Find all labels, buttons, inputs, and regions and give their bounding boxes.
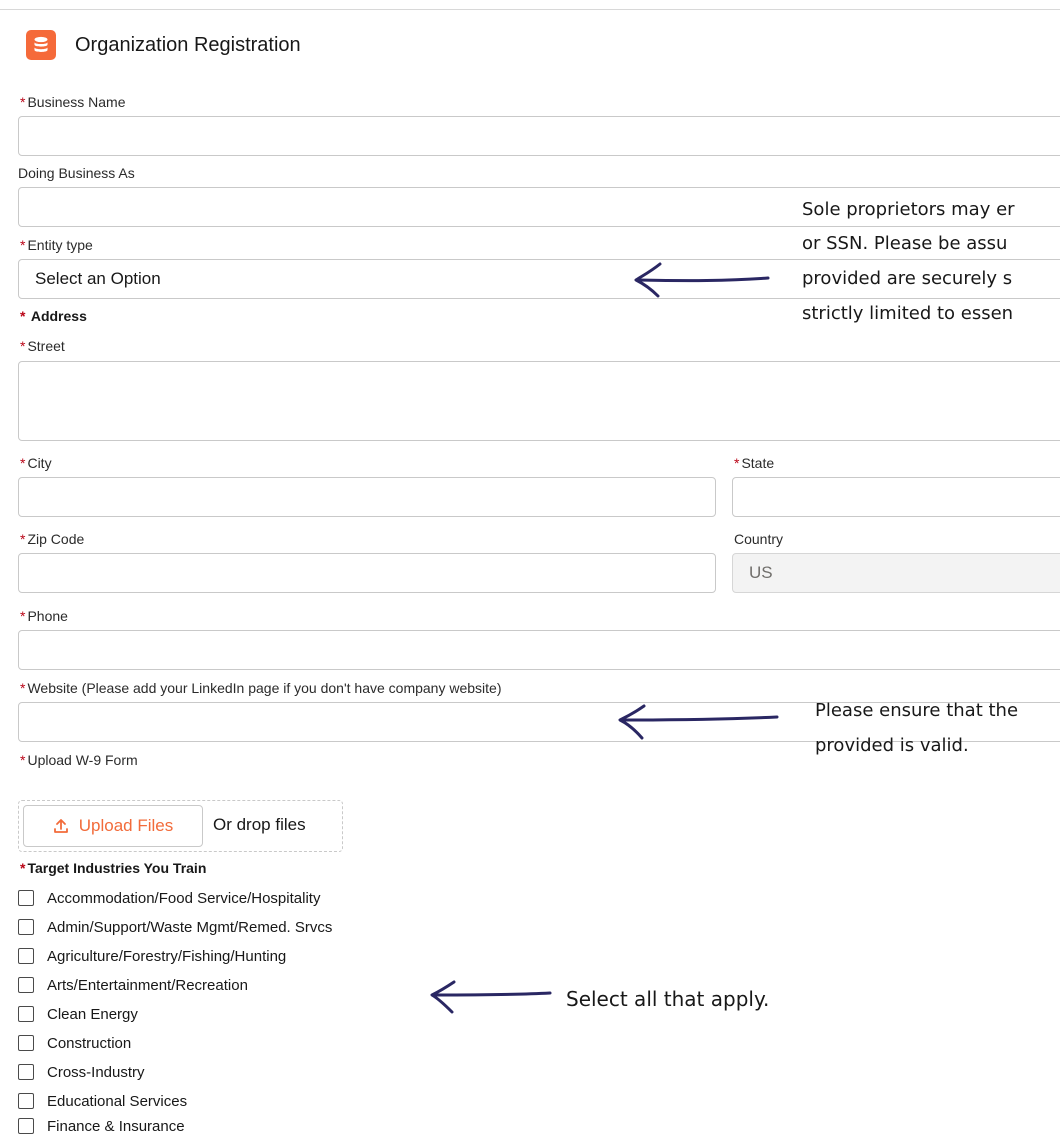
industry-option-label: Arts/Entertainment/Recreation xyxy=(47,976,248,994)
industries-label: * Target Industries You Train xyxy=(20,860,206,876)
website-note-line: Please ensure that the xyxy=(815,700,1019,721)
industries-label-text: Target Industries You Train xyxy=(27,860,207,876)
file-drop-zone[interactable]: Upload Files Or drop files xyxy=(18,800,343,852)
industries-note: Select all that apply. xyxy=(566,987,770,1011)
checkbox[interactable] xyxy=(18,948,34,964)
required-asterisk: * xyxy=(20,752,26,768)
industry-option[interactable]: Clean Energy xyxy=(18,1003,138,1025)
upload-icon xyxy=(53,819,68,833)
upload-files-label: Upload Files xyxy=(78,816,174,835)
required-asterisk: * xyxy=(20,531,26,547)
country-input: US xyxy=(732,553,1060,593)
left-arrow-icon xyxy=(634,262,770,298)
left-arrow-icon xyxy=(430,980,552,1014)
website-note-line: provided is valid. xyxy=(815,735,969,756)
business-name-label: * Business Name xyxy=(20,94,126,110)
entity-type-value: Select an Option xyxy=(35,269,161,288)
page-header: Organization Registration xyxy=(26,28,301,62)
entity-note-line: strictly limited to essen xyxy=(802,303,1014,324)
database-icon xyxy=(26,30,56,60)
website-label: * Website (Please add your LinkedIn page … xyxy=(20,680,501,696)
w9-label: * Upload W-9 Form xyxy=(20,752,138,768)
industry-option[interactable]: Finance & Insurance xyxy=(18,1115,185,1137)
checkbox[interactable] xyxy=(18,977,34,993)
address-section-label: * Address xyxy=(20,308,87,324)
dba-label: Doing Business As xyxy=(18,165,135,181)
checkbox[interactable] xyxy=(18,890,34,906)
street-textarea[interactable] xyxy=(18,361,1060,441)
industry-option-label: Finance & Insurance xyxy=(47,1117,185,1135)
entity-note-line: provided are securely s xyxy=(802,268,1013,289)
country-label: Country xyxy=(734,531,784,547)
required-asterisk: * xyxy=(20,608,26,624)
zip-label-text: Zip Code xyxy=(27,531,85,547)
industry-option-label: Cross-Industry xyxy=(47,1063,145,1081)
industry-option[interactable]: Admin/Support/Waste Mgmt/Remed. Srvcs xyxy=(18,916,332,938)
state-label-text: State xyxy=(741,455,775,471)
phone-input[interactable] xyxy=(18,630,1060,670)
industry-option-label: Accommodation/Food Service/Hospitality xyxy=(47,889,321,907)
state-input[interactable] xyxy=(732,477,1060,517)
industry-option[interactable]: Cross-Industry xyxy=(18,1061,145,1083)
required-asterisk: * xyxy=(20,338,26,354)
required-asterisk: * xyxy=(20,680,26,696)
city-label: * City xyxy=(20,455,52,471)
required-asterisk: * xyxy=(20,455,26,471)
required-asterisk: * xyxy=(734,455,740,471)
required-asterisk: * xyxy=(20,308,26,324)
required-asterisk: * xyxy=(20,237,26,253)
country-value: US xyxy=(749,563,773,582)
phone-label-text: Phone xyxy=(27,608,68,624)
checkbox[interactable] xyxy=(18,1006,34,1022)
industry-option-label: Educational Services xyxy=(47,1092,188,1110)
zip-label: * Zip Code xyxy=(20,531,84,547)
drop-files-text: Or drop files xyxy=(213,815,306,834)
phone-label: * Phone xyxy=(20,608,68,624)
entity-type-label: * Entity type xyxy=(20,237,93,253)
industry-option[interactable]: Arts/Entertainment/Recreation xyxy=(18,974,248,996)
checkbox[interactable] xyxy=(18,1093,34,1109)
website-label-text: Website (Please add your LinkedIn page i… xyxy=(27,680,502,696)
business-name-input[interactable] xyxy=(18,116,1060,156)
industry-option[interactable]: Construction xyxy=(18,1032,131,1054)
state-label: * State xyxy=(734,455,774,471)
industry-option[interactable]: Educational Services xyxy=(18,1090,187,1112)
industry-option-label: Agriculture/Forestry/Fishing/Hunting xyxy=(47,947,287,965)
industry-option[interactable]: Accommodation/Food Service/Hospitality xyxy=(18,887,320,909)
city-label-text: City xyxy=(27,455,52,471)
checkbox[interactable] xyxy=(18,1118,34,1134)
page-title: Organization Registration xyxy=(75,33,301,56)
entity-note-line: Sole proprietors may er xyxy=(802,199,1015,220)
left-arrow-icon xyxy=(618,704,779,740)
zip-input[interactable] xyxy=(18,553,716,593)
industry-option-label: Clean Energy xyxy=(47,1005,138,1023)
city-input[interactable] xyxy=(18,477,716,517)
industry-option-label: Admin/Support/Waste Mgmt/Remed. Srvcs xyxy=(47,918,333,936)
required-asterisk: * xyxy=(20,94,26,110)
w9-label-text: Upload W-9 Form xyxy=(27,752,138,768)
required-asterisk: * xyxy=(20,860,26,876)
industry-option[interactable]: Agriculture/Forestry/Fishing/Hunting xyxy=(18,945,286,967)
street-label: * Street xyxy=(20,338,65,354)
checkbox[interactable] xyxy=(18,1064,34,1080)
window-top-border xyxy=(0,0,1060,10)
upload-files-button[interactable]: Upload Files xyxy=(23,805,203,847)
entity-note-line: or SSN. Please be assu xyxy=(802,233,1008,254)
street-label-text: Street xyxy=(27,338,65,354)
entity-type-label-text: Entity type xyxy=(27,237,93,253)
business-name-label-text: Business Name xyxy=(27,94,126,110)
industry-option-label: Construction xyxy=(47,1034,132,1052)
address-label-text: Address xyxy=(30,308,87,324)
checkbox[interactable] xyxy=(18,919,34,935)
checkbox[interactable] xyxy=(18,1035,34,1051)
